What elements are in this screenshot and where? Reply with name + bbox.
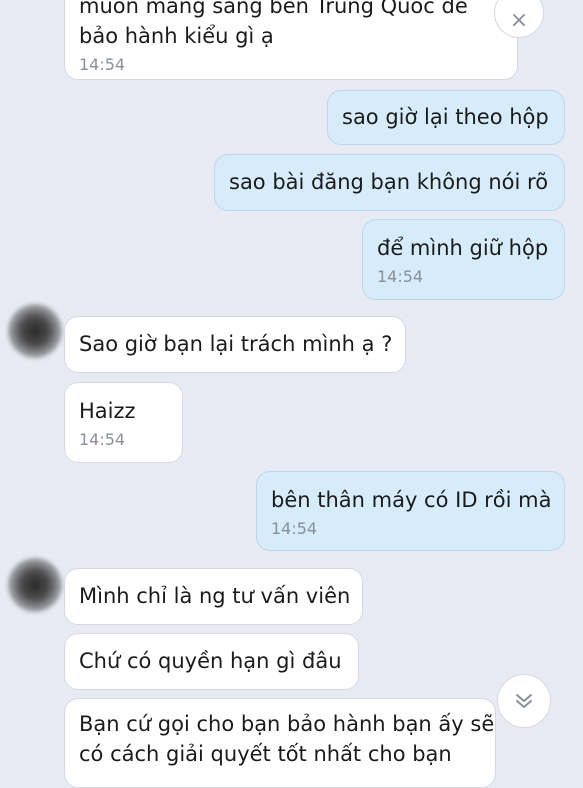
message-bubble-incoming: Haizz 14:54 [64, 382, 183, 463]
message-text: sao giờ lại theo hộp [342, 105, 549, 129]
message-text: Chứ có quyền hạn gì đâu [79, 649, 342, 673]
message-bubble-incoming: muốn mang sang bên Trung Quốc để bảo hàn… [64, 0, 518, 80]
message-text: bảo hành kiểu gì ạ [79, 24, 274, 48]
message-bubble-outgoing: bên thân máy có ID rồi mà 14:54 [256, 471, 565, 551]
message-text: sao bài đăng bạn không nói rõ [229, 170, 549, 194]
message-bubble-outgoing: sao bài đăng bạn không nói rõ [214, 154, 565, 211]
message-timestamp: 14:54 [377, 267, 424, 286]
message-bubble-incoming: Chứ có quyền hạn gì đâu [64, 633, 359, 690]
message-text: bên thân máy có ID rồi mà [271, 488, 552, 512]
message-text: Mình chỉ là ng tư vấn viên [79, 584, 351, 608]
message-bubble-incoming: Bạn cứ gọi cho bạn bảo hành bạn ấy sẽ có… [64, 698, 496, 788]
message-timestamp: 14:54 [79, 430, 126, 449]
message-text: muốn mang sang bên Trung Quốc để [79, 0, 468, 18]
message-bubble-incoming: Mình chỉ là ng tư vấn viên [64, 568, 363, 625]
message-bubble-outgoing: để mình giữ hộp 14:54 [362, 219, 565, 300]
message-bubble-incoming: Sao giờ bạn lại trách mình ạ ? [64, 316, 406, 373]
message-text: Haizz [79, 399, 136, 423]
message-text: để mình giữ hộp [377, 236, 549, 260]
avatar[interactable] [8, 304, 62, 358]
scroll-to-bottom-button[interactable] [497, 674, 551, 728]
chevron-double-down-icon [516, 694, 532, 708]
message-timestamp: 14:54 [271, 519, 318, 538]
message-text: Sao giờ bạn lại trách mình ạ ? [79, 332, 393, 356]
message-text: Bạn cứ gọi cho bạn bảo hành bạn ấy sẽ [79, 712, 495, 736]
message-bubble-outgoing: sao giờ lại theo hộp [327, 90, 565, 145]
avatar[interactable] [8, 558, 62, 612]
message-text: có cách giải quyết tốt nhất cho bạn [79, 742, 452, 766]
close-icon: × [509, 7, 529, 33]
message-timestamp: 14:54 [79, 55, 126, 74]
